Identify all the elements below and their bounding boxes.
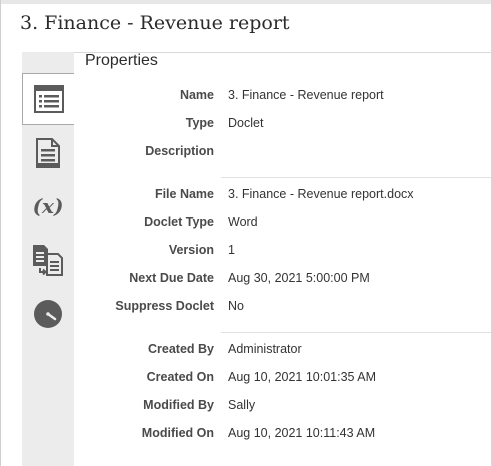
property-label: Created By bbox=[148, 342, 214, 356]
section-title: Properties bbox=[85, 52, 158, 69]
property-label: Next Due Date bbox=[129, 271, 214, 285]
property-row-doclet-type: Doclet Type Word bbox=[0, 213, 490, 233]
property-row-created-on: Created On Aug 10, 2021 10:01:35 AM bbox=[0, 368, 490, 388]
property-label: File Name bbox=[154, 187, 214, 201]
property-value: 1 bbox=[228, 243, 235, 257]
property-value: Sally bbox=[228, 398, 256, 412]
property-row-next-due-date: Next Due Date Aug 30, 2021 5:00:00 PM bbox=[0, 269, 490, 289]
property-value: Administrator bbox=[228, 342, 302, 356]
property-value: Aug 10, 2021 10:01:35 AM bbox=[228, 370, 377, 384]
property-row-version: Version 1 bbox=[0, 241, 490, 261]
property-label: Suppress Doclet bbox=[115, 299, 214, 313]
property-label: Created On bbox=[146, 370, 214, 384]
property-row-description: Description bbox=[0, 142, 490, 162]
property-value: Doclet bbox=[228, 116, 264, 130]
property-label: Modified By bbox=[143, 398, 214, 412]
property-value: 3. Finance - Revenue report bbox=[228, 88, 384, 102]
property-row-created-by: Created By Administrator bbox=[0, 340, 490, 360]
property-label: Modified On bbox=[141, 426, 214, 440]
property-label: Version bbox=[168, 243, 214, 257]
property-value: 3. Finance - Revenue report.docx bbox=[228, 187, 414, 201]
property-row-file-name: File Name 3. Finance - Revenue report.do… bbox=[0, 185, 490, 205]
property-label: Description bbox=[145, 144, 214, 158]
property-label: Type bbox=[185, 116, 214, 130]
page-title: 3. Finance - Revenue report bbox=[20, 12, 290, 34]
group-separator bbox=[221, 332, 491, 333]
property-value: Aug 30, 2021 5:00:00 PM bbox=[228, 271, 370, 285]
property-value: No bbox=[228, 299, 244, 313]
property-row-modified-on: Modified On Aug 10, 2021 10:11:43 AM bbox=[0, 424, 490, 444]
group-separator bbox=[221, 177, 491, 178]
property-label: Name bbox=[179, 88, 214, 102]
window-top-edge bbox=[0, 0, 493, 4]
property-label: Doclet Type bbox=[144, 215, 214, 229]
property-row-type: Type Doclet bbox=[0, 114, 490, 134]
property-row-name: Name 3. Finance - Revenue report bbox=[0, 86, 490, 106]
property-value: Aug 10, 2021 10:11:43 AM bbox=[228, 426, 376, 440]
property-row-suppress-doclet: Suppress Doclet No bbox=[0, 297, 490, 317]
property-row-modified-by: Modified By Sally bbox=[0, 396, 490, 416]
property-value: Word bbox=[228, 215, 258, 229]
